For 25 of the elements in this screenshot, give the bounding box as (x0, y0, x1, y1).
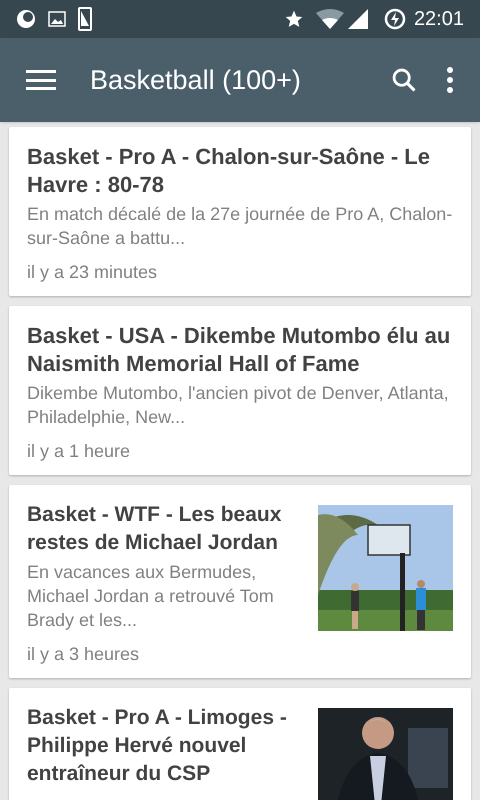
star-icon (284, 9, 304, 29)
article-title: Basket - Pro A - Limoges - Philippe Hervé nouvel entraîneur du CSP (27, 705, 288, 787)
menu-button[interactable] (26, 68, 56, 92)
article-title: Basket - USA - Dikembe Mutombo élu au Naismith Memorial Hall of Fame (27, 322, 452, 378)
app-title: Basketball (100+) (90, 64, 302, 97)
article-snippet: En match décalé de la 27e journée de Pro A, Chalon-sur-Saône a battu... (27, 203, 453, 250)
phone-icon (78, 7, 92, 31)
article-time: il y a 23 minutes (27, 261, 158, 284)
moon-icon (16, 9, 36, 29)
article-time: il y a 1 heure (27, 440, 132, 463)
article-title: Basket - WTF - Les beaux restes de Michael Jordan (27, 502, 282, 556)
article-card[interactable]: Basket - Pro A - Limoges - Philippe Hervé nouvel entraîneur du CSP (9, 688, 471, 800)
article-time: il y a 3 heures (27, 643, 140, 666)
more-options-button[interactable] (446, 67, 454, 93)
battery-saver-icon (384, 8, 406, 30)
article-snippet: Dikembe Mutombo, l'ancien pivot de Denver, Atlanta, Philadelphie, New... (27, 382, 450, 429)
article-snippet: En vacances aux Bermudes, Michael Jordan a retrouvé Tom Brady et les... (27, 561, 275, 632)
image-icon (48, 11, 66, 27)
article-card[interactable]: Basket - USA - Dikembe Mutombo élu au Naismith Memorial Hall of Fame Dikembe Mutombo, l'ancien pivot de Denver, Atlanta, Philadelphie, New... il y a 1 heure (9, 306, 471, 475)
article-title: Basket - Pro A - Chalon-sur-Saône - Le Havre : 80-78 (27, 143, 431, 199)
article-card[interactable]: Basket - WTF - Les beaux restes de Michael Jordan En vacances aux Bermudes, Michael Jordan a retrouvé Tom Brady et les... il y a 3 heures (9, 485, 471, 678)
signal-icon (348, 9, 368, 29)
article-card[interactable]: Basket - Pro A - Chalon-sur-Saône - Le Havre : 80-78 En match décalé de la 27e journée de Pro A, Chalon-sur-Saône a battu... il y a 23 minutes (9, 127, 471, 296)
clock-time: 22:01 (414, 7, 464, 32)
wifi-icon (316, 9, 344, 29)
